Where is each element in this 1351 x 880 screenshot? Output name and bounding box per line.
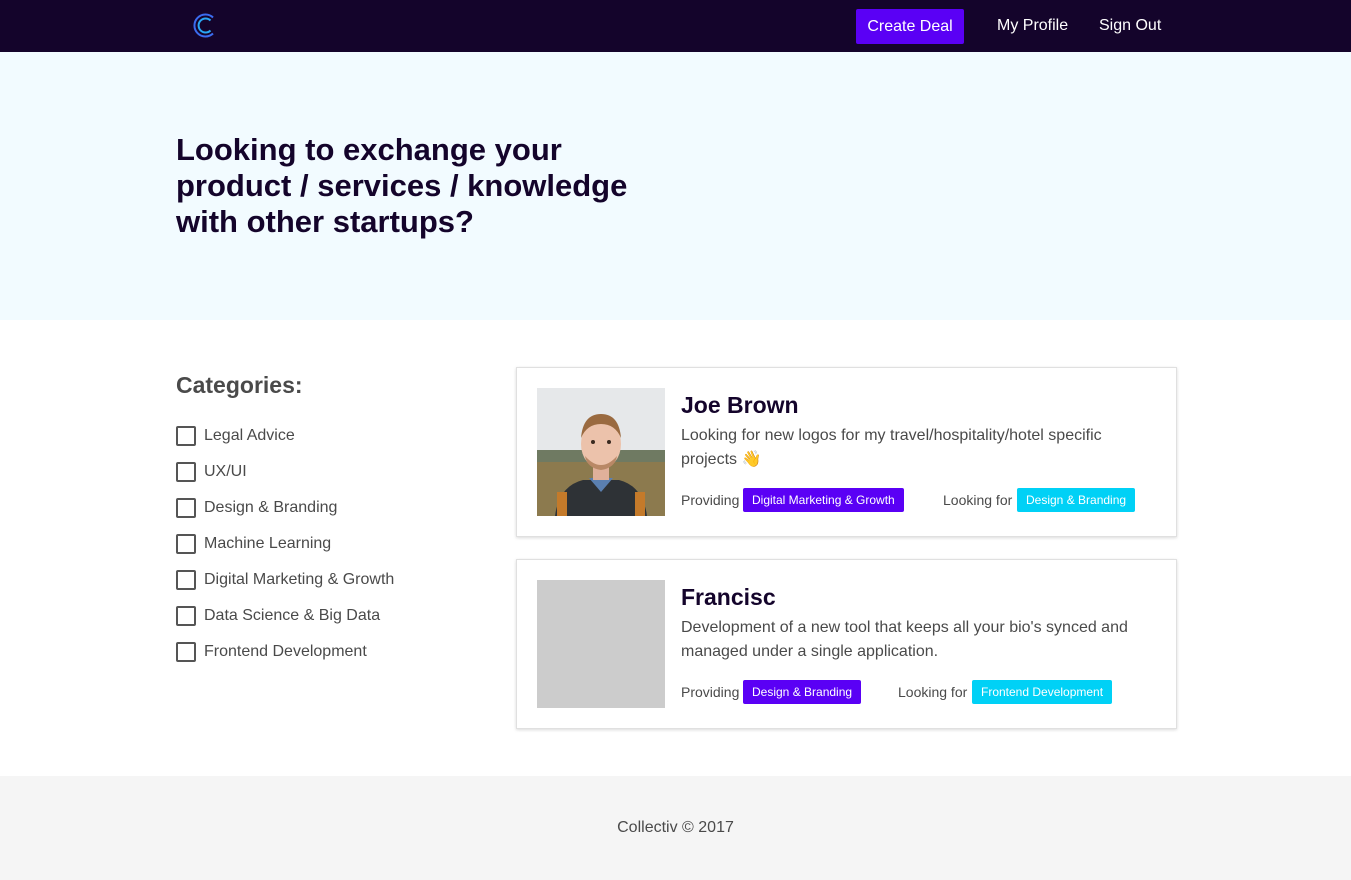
category-label: Legal Advice <box>204 427 295 444</box>
providing-label: Providing <box>681 684 740 700</box>
category-ux-ui[interactable]: UX/UI <box>176 454 476 490</box>
deal-meta: Providing Digital Marketing & Growth Loo… <box>681 488 1161 512</box>
category-design-branding[interactable]: Design & Branding <box>176 490 476 526</box>
looking-for-tag[interactable]: Design & Branding <box>1017 488 1136 512</box>
top-navbar: Create Deal My Profile Sign Out <box>0 0 1351 52</box>
footer-copyright: Collectiv © 2017 <box>617 819 734 836</box>
category-label: Design & Branding <box>204 499 338 516</box>
deal-description: Development of a new tool that keeps all… <box>681 619 1128 660</box>
deal-card[interactable]: Joe Brown Looking for new logos for my t… <box>516 367 1177 537</box>
category-label: Machine Learning <box>204 535 332 552</box>
category-label: Data Science & Big Data <box>204 607 381 624</box>
category-checkbox[interactable] <box>176 426 196 446</box>
category-digital-marketing[interactable]: Digital Marketing & Growth <box>176 562 476 598</box>
deal-name: Joe Brown <box>681 392 799 418</box>
my-profile-link[interactable]: My Profile <box>997 17 1068 35</box>
category-label: Digital Marketing & Growth <box>204 571 395 588</box>
category-label: Frontend Development <box>204 643 367 660</box>
collectiv-logo-icon[interactable] <box>192 12 219 39</box>
hero-section: Looking to exchange your product / servi… <box>0 52 1351 320</box>
category-checkbox[interactable] <box>176 498 196 518</box>
categories-title: Categories: <box>176 372 303 398</box>
category-checkbox[interactable] <box>176 642 196 662</box>
deal-description: Looking for new logos for my travel/hosp… <box>681 427 1102 468</box>
category-data-science[interactable]: Data Science & Big Data <box>176 598 476 634</box>
providing-tag[interactable]: Digital Marketing & Growth <box>743 488 904 512</box>
footer: Collectiv © 2017 <box>0 776 1351 880</box>
hero-title: Looking to exchange your product / servi… <box>176 132 628 239</box>
sign-out-link[interactable]: Sign Out <box>1099 17 1161 35</box>
category-checkbox[interactable] <box>176 606 196 626</box>
looking-for-label: Looking for <box>898 684 968 700</box>
deal-card[interactable]: Francisc Development of a new tool that … <box>516 559 1177 729</box>
create-deal-button[interactable]: Create Deal <box>856 9 964 44</box>
avatar-placeholder <box>537 580 665 708</box>
deal-meta: Providing Design & Branding Looking for … <box>681 680 1161 704</box>
categories-filter: Categories: Legal Advice UX/UI Design & … <box>176 372 476 670</box>
category-checkbox[interactable] <box>176 534 196 554</box>
category-frontend-development[interactable]: Frontend Development <box>176 634 476 670</box>
category-checkbox[interactable] <box>176 462 196 482</box>
avatar <box>537 388 665 516</box>
providing-label: Providing <box>681 492 740 508</box>
looking-for-label: Looking for <box>943 492 1013 508</box>
category-label: UX/UI <box>204 463 247 480</box>
deal-name: Francisc <box>681 584 776 610</box>
providing-tag[interactable]: Design & Branding <box>743 680 862 704</box>
category-legal-advice[interactable]: Legal Advice <box>176 418 476 454</box>
looking-for-tag[interactable]: Frontend Development <box>972 680 1113 704</box>
category-checkbox[interactable] <box>176 570 196 590</box>
profile-photo-icon <box>537 388 665 516</box>
category-machine-learning[interactable]: Machine Learning <box>176 526 476 562</box>
